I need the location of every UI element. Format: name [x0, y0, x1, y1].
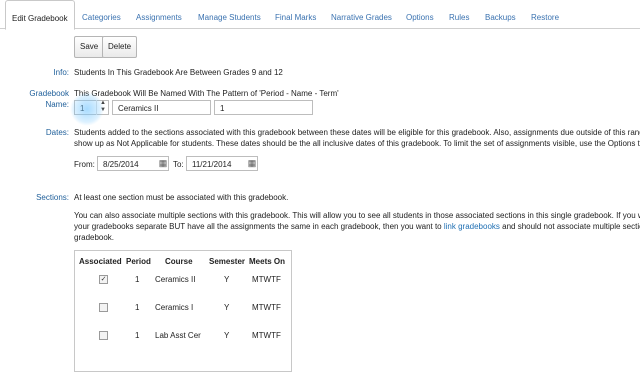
tab-final-marks[interactable]: Final Marks — [275, 0, 316, 28]
row-semester: Y — [224, 303, 230, 312]
column-header-associated: Associated — [79, 257, 122, 266]
sections-paragraph-2: your gradebooks separate BUT have all th… — [74, 221, 640, 232]
sections-table: Associated Period Course Semester Meets … — [74, 250, 292, 372]
dates-label: Dates: — [45, 128, 69, 137]
sections-note: At least one section must be associated … — [74, 193, 289, 202]
row-meets-on: MTWTF — [252, 303, 281, 312]
from-label: From: — [74, 160, 95, 169]
row-period: 1 — [135, 275, 140, 284]
tab-narrative-grades[interactable]: Narrative Grades — [331, 0, 392, 28]
gradebook-label-line1: Gradebook — [29, 89, 69, 98]
sections-paragraph-2a: your gradebooks separate BUT have all th… — [74, 222, 444, 231]
column-header-semester: Semester — [209, 257, 246, 266]
row-meets-on: MTWTF — [252, 275, 281, 284]
term-input[interactable]: 1 — [214, 100, 313, 115]
column-header-course: Course — [165, 257, 193, 266]
sections-paragraph-1: You can also associate multiple sections… — [74, 211, 640, 220]
row-meets-on: MTWTF — [252, 331, 281, 340]
tab-categories[interactable]: Categories — [82, 0, 121, 28]
column-header-period: Period — [126, 257, 151, 266]
info-text: Students In This Gradebook Are Between G… — [74, 68, 283, 77]
tab-options[interactable]: Options — [406, 0, 434, 28]
tab-manage-students[interactable]: Manage Students — [198, 0, 261, 28]
tab-assignments[interactable]: Assignments — [136, 0, 182, 28]
cursor-highlight — [70, 92, 104, 126]
dates-description-1: Students added to the sections associate… — [74, 128, 640, 137]
gradebook-label-line2: Name: — [45, 100, 69, 109]
sections-paragraph-3: gradebook. — [74, 233, 115, 242]
gradebook-name-label: Gradebook Name: — [0, 88, 69, 110]
name-pattern-text: This Gradebook Will Be Named With The Pa… — [74, 89, 339, 98]
dates-description-2: show up as Not Applicable for students. … — [74, 139, 640, 148]
tab-edit-gradebook[interactable]: Edit Gradebook — [5, 0, 75, 30]
column-header-meets-on: Meets On — [249, 257, 286, 266]
associated-checkbox[interactable] — [99, 303, 108, 312]
row-period: 1 — [135, 303, 140, 312]
tab-bar: Edit Gradebook Categories Assignments Ma… — [0, 0, 640, 30]
row-course: Lab Asst Cer — [155, 331, 201, 340]
row-course: Ceramics II — [155, 275, 196, 284]
associated-checkbox[interactable] — [99, 331, 108, 340]
delete-button[interactable]: Delete — [102, 36, 138, 58]
associated-checkbox[interactable]: ✓ — [99, 275, 108, 284]
row-semester: Y — [224, 275, 230, 284]
to-calendar-icon[interactable]: ▦ — [246, 156, 258, 171]
save-button[interactable]: Save — [74, 36, 105, 58]
tab-backups[interactable]: Backups — [485, 0, 516, 28]
tab-rules[interactable]: Rules — [449, 0, 469, 28]
link-gradebooks-link[interactable]: link gradebooks — [444, 222, 500, 231]
row-semester: Y — [224, 331, 230, 340]
info-label: Info: — [53, 68, 69, 77]
sections-paragraph-2b: and should not associate multiple sectio — [499, 222, 640, 231]
name-input[interactable]: Ceramics II — [112, 100, 211, 115]
from-calendar-icon[interactable]: ▦ — [157, 156, 169, 171]
row-course: Ceramics I — [155, 303, 194, 312]
sections-label: Sections: — [36, 193, 69, 202]
tab-restore[interactable]: Restore — [531, 0, 559, 28]
to-label: To: — [173, 160, 184, 169]
row-period: 1 — [135, 331, 140, 340]
